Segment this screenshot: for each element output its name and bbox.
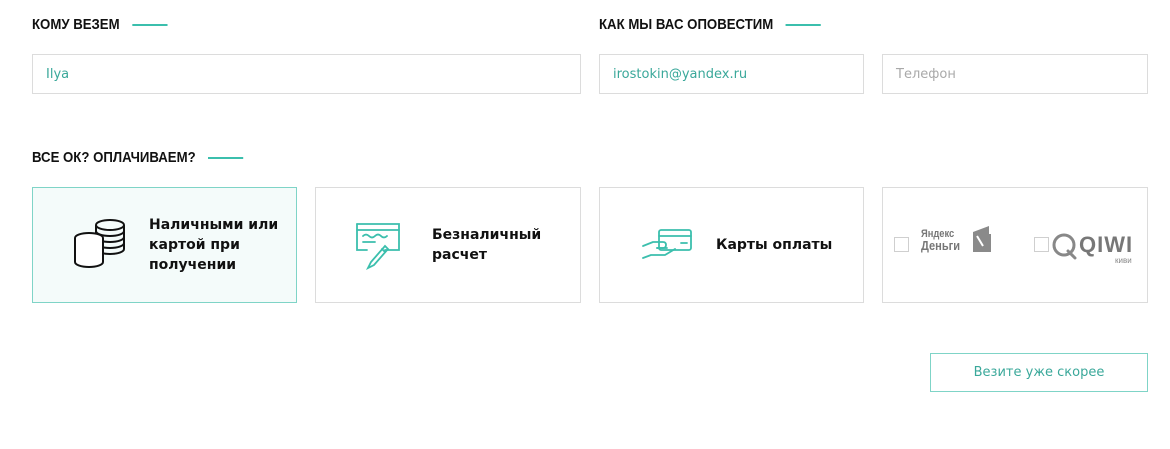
title-accent-dash <box>785 23 821 26</box>
qiwi-logo: QIWI киви <box>1051 232 1147 266</box>
qiwi-circle-icon <box>1052 233 1077 260</box>
card-in-hand-icon <box>640 228 696 262</box>
submit-button[interactable]: Везите уже скорее <box>930 353 1148 392</box>
payment-option-cashless-label: Безналичный расчет <box>432 227 542 263</box>
recipient-section-title: КОМУ ВЕЗЕМ <box>32 16 168 33</box>
notify-section-title: КАК МЫ ВАС ОПОВЕСТИМ <box>599 16 821 33</box>
qiwi-checkbox[interactable] <box>1034 237 1049 257</box>
yandex-logo-line2: Деньги <box>921 238 961 253</box>
notify-title-text: КАК МЫ ВАС ОПОВЕСТИМ <box>599 16 774 33</box>
email-input-value: irostokin@yandex.ru <box>613 66 748 82</box>
qiwi-logo-sub: киви <box>1115 256 1132 265</box>
payment-option-cards-label: Карты оплаты <box>716 237 833 253</box>
invoice-pen-icon <box>354 220 404 270</box>
name-input-value: Ilya <box>46 66 70 82</box>
name-input[interactable]: Ilya <box>32 54 581 94</box>
wallet-icon <box>973 226 991 252</box>
payment-option-cards[interactable]: Карты оплаты <box>599 187 864 303</box>
payment-option-cash[interactable]: Наличными или картой при получении <box>32 187 297 303</box>
phone-input[interactable]: Телефон <box>882 54 1148 94</box>
recipient-title-text: КОМУ ВЕЗЕМ <box>32 16 120 33</box>
payment-title-text: ВСЕ ОК? ОПЛАЧИВАЕМ? <box>32 149 196 166</box>
email-input[interactable]: irostokin@yandex.ru <box>599 54 864 94</box>
title-accent-dash <box>207 156 244 159</box>
title-accent-dash <box>131 23 168 26</box>
yandex-money-logo: Яндекс Деньги <box>921 222 993 262</box>
payment-option-cashless[interactable]: Безналичный расчет <box>315 187 581 303</box>
payment-option-wallets: Яндекс Деньги QIWI киви <box>882 187 1148 303</box>
coins-icon <box>71 219 129 271</box>
qiwi-logo-word: QIWI <box>1079 232 1134 257</box>
payment-section-title: ВСЕ ОК? ОПЛАЧИВАЕМ? <box>32 149 244 166</box>
phone-input-placeholder: Телефон <box>896 66 956 82</box>
yandex-money-checkbox[interactable] <box>894 237 909 257</box>
payment-option-cash-label: Наличными или картой при получении <box>149 217 279 273</box>
